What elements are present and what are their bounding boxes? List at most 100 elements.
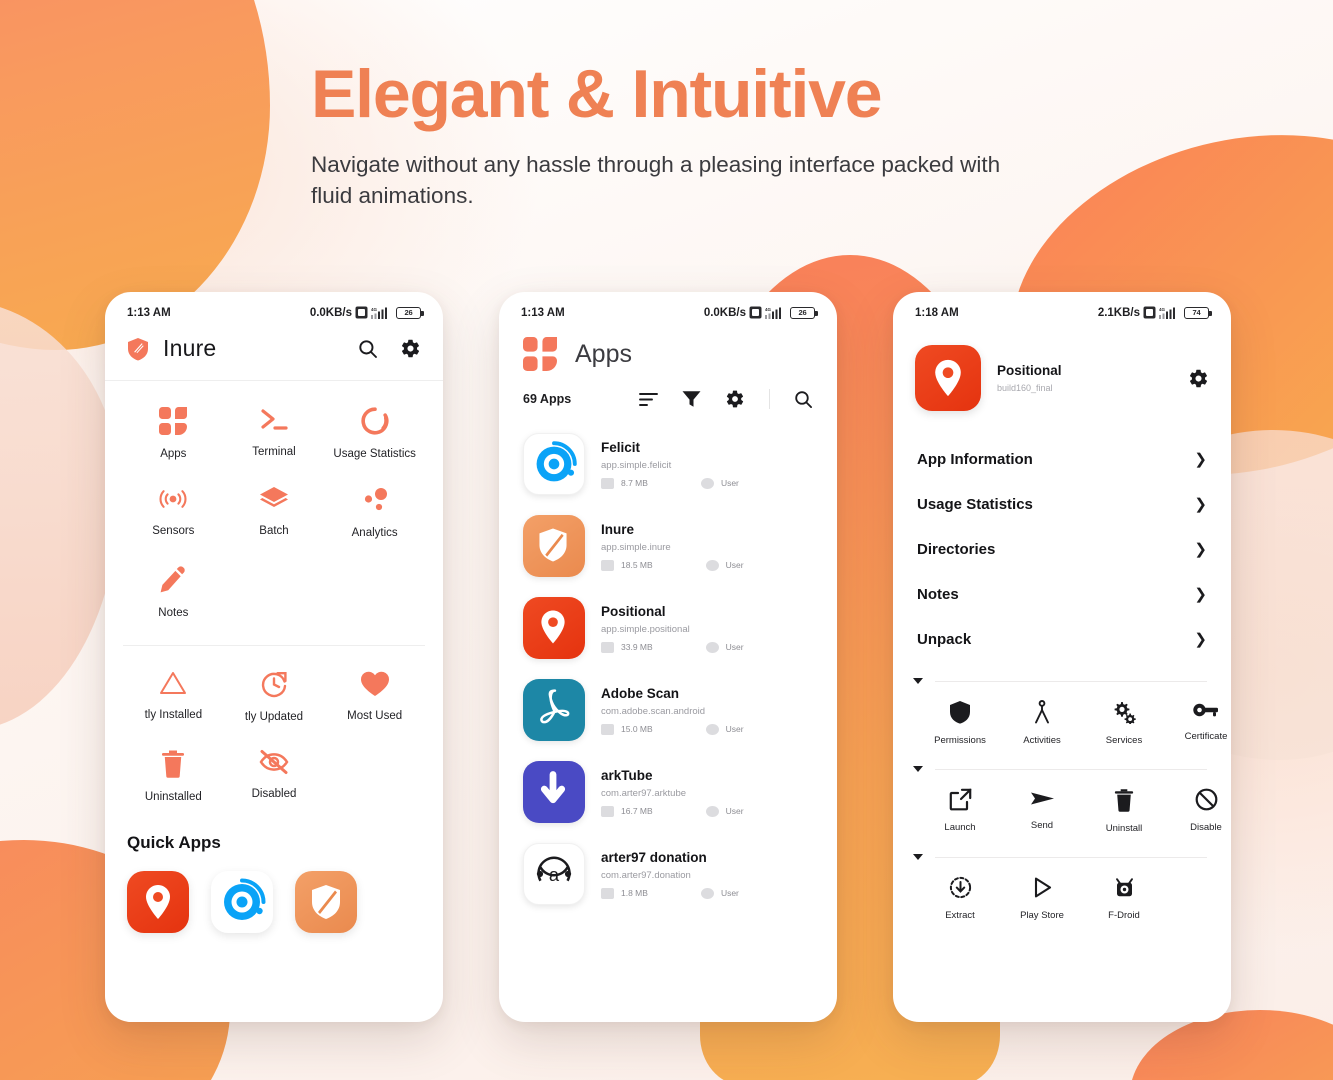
action-label: Extract — [945, 910, 975, 921]
apps-grid-icon — [523, 337, 557, 371]
eye-off-icon — [258, 749, 290, 775]
action-label: Send — [1030, 820, 1054, 831]
action-activities[interactable]: Activities — [1001, 700, 1083, 746]
svg-text:4G: 4G — [371, 307, 378, 312]
action-certificate[interactable]: Certificate — [1165, 700, 1231, 746]
status-network-speed: 0.0KB/s — [703, 306, 746, 319]
menu-item-label: App Information — [917, 451, 1033, 468]
svg-text:4G: 4G — [765, 307, 772, 312]
menu-item-directories[interactable]: Directories ❯ — [917, 527, 1207, 572]
battery-indicator: 26 — [396, 306, 424, 319]
chevron-right-icon: ❯ — [1194, 496, 1207, 513]
group-header[interactable] — [893, 756, 1231, 772]
status-bar: 1:13 AM 0.0KB/s 4G 26 — [105, 292, 443, 323]
disable-icon — [1195, 788, 1218, 811]
grid-item-sensors[interactable]: Sensors — [123, 486, 224, 539]
quick-app-inure[interactable] — [295, 871, 357, 933]
list-item[interactable]: arkTube com.arter97.arktube 16.7 MB User — [517, 751, 819, 833]
gear-icon[interactable] — [1188, 368, 1209, 389]
grid-item-disabled[interactable]: Disabled — [224, 749, 325, 803]
grid-item-analytics[interactable]: Analytics — [324, 486, 425, 539]
list-item[interactable]: Inure app.simple.inure 18.5 MB User — [517, 505, 819, 587]
grid-item-terminal[interactable]: Terminal — [224, 407, 325, 460]
grid-item-label: Disabled — [251, 788, 297, 800]
phone-screenshot-home: 1:13 AM 0.0KB/s 4G 26 Inure Apps Termina… — [105, 292, 443, 1022]
signal-bars-icon: 4G — [765, 306, 787, 319]
user-icon — [700, 887, 714, 899]
filter-icon[interactable] — [682, 390, 701, 408]
menu-item-usage-statistics[interactable]: Usage Statistics ❯ — [917, 482, 1207, 527]
grid-item-usage-statistics[interactable]: Usage Statistics — [324, 407, 425, 460]
action-send[interactable]: Send — [1001, 788, 1083, 834]
apps-header: Apps — [499, 323, 837, 371]
action-disable[interactable]: Disable — [1165, 788, 1231, 834]
status-time: 1:13 AM — [127, 306, 171, 319]
action-launch[interactable]: Launch — [919, 788, 1001, 834]
grid-item-label: Sensors — [152, 525, 195, 537]
app-build: build160_final — [997, 383, 1053, 393]
search-icon[interactable] — [794, 390, 813, 409]
apps-toolbar: 69 Apps — [499, 371, 837, 423]
page-subtitle: Navigate without any hassle through a pl… — [311, 152, 1001, 208]
storage-icon — [601, 805, 614, 817]
gears-icon — [1112, 700, 1136, 724]
list-item[interactable]: Positional app.simple.positional 33.9 MB… — [517, 587, 819, 669]
list-item[interactable]: a arter97 donation com.arter97.donation … — [517, 833, 819, 915]
quick-app-felicit[interactable] — [211, 871, 273, 933]
list-item[interactable]: Felicit app.simple.felicit 8.7 MB User — [517, 423, 819, 505]
action-play-store[interactable]: Play Store — [1001, 876, 1083, 921]
storage-icon — [601, 887, 614, 899]
grid-item-notes[interactable]: Notes — [123, 565, 224, 619]
action-extract[interactable]: Extract — [919, 876, 1001, 921]
detail-group-components: Permissions Activities Services Certific… — [893, 662, 1231, 750]
menu-item-notes[interactable]: Notes ❯ — [917, 572, 1207, 617]
sort-icon[interactable] — [639, 392, 658, 407]
action-permissions[interactable]: Permissions — [919, 700, 1001, 746]
terminal-icon — [259, 407, 289, 433]
storage-icon — [601, 477, 614, 489]
trash-icon — [161, 749, 185, 778]
grid-item-apps[interactable]: Apps — [123, 407, 224, 460]
menu-item-app-information[interactable]: App Information ❯ — [917, 437, 1207, 482]
arktube-download-icon — [523, 761, 585, 823]
group-icon-row: Launch Send Uninstall Disable — [893, 772, 1231, 838]
grid-item-label: Batch — [259, 525, 289, 537]
grid-item-recently-updated[interactable]: tly Updated — [224, 670, 325, 723]
apps-list: Felicit app.simple.felicit 8.7 MB User I… — [499, 423, 837, 915]
app-type: User — [725, 806, 744, 816]
grid-item-label: Analytics — [351, 527, 398, 539]
grid-item-batch[interactable]: Batch — [224, 486, 325, 539]
grid-item-label: tly Updated — [244, 711, 304, 723]
action-fdroid[interactable]: F-Droid — [1083, 876, 1165, 921]
chevron-right-icon: ❯ — [1194, 451, 1207, 468]
action-services[interactable]: Services — [1083, 700, 1165, 746]
gear-icon[interactable] — [400, 338, 421, 359]
grid-item-recently-installed[interactable]: tly Installed — [123, 670, 224, 723]
send-icon — [1030, 788, 1055, 809]
app-package: app.simple.inure — [601, 541, 671, 553]
quick-app-positional[interactable] — [127, 871, 189, 933]
storage-icon — [601, 641, 614, 653]
group-header[interactable] — [893, 844, 1231, 860]
grid-item-most-used[interactable]: Most Used — [324, 670, 425, 723]
search-icon[interactable] — [358, 339, 378, 359]
app-package: com.adobe.scan.android — [601, 705, 706, 717]
menu-item-label: Unpack — [917, 631, 972, 648]
action-uninstall[interactable]: Uninstall — [1083, 788, 1165, 834]
adobe-scan-icon — [523, 679, 585, 741]
list-item[interactable]: Adobe Scan com.adobe.scan.android 15.0 M… — [517, 669, 819, 751]
menu-item-unpack[interactable]: Unpack ❯ — [917, 617, 1207, 662]
grid-item-uninstalled[interactable]: Uninstalled — [123, 749, 224, 803]
app-package: app.simple.felicit — [601, 459, 672, 471]
app-title: Inure — [163, 335, 217, 361]
compass-icon — [1031, 700, 1053, 724]
gear-icon[interactable] — [725, 389, 745, 409]
group-header[interactable] — [893, 668, 1231, 684]
quick-apps-row — [105, 853, 443, 933]
app-type: User — [725, 642, 744, 652]
app-name: Inure — [601, 521, 635, 537]
app-size: 8.7 MB — [621, 478, 648, 488]
grid-item-label: Terminal — [252, 446, 296, 458]
app-type: User — [725, 560, 744, 570]
action-label: Permissions — [934, 735, 986, 746]
